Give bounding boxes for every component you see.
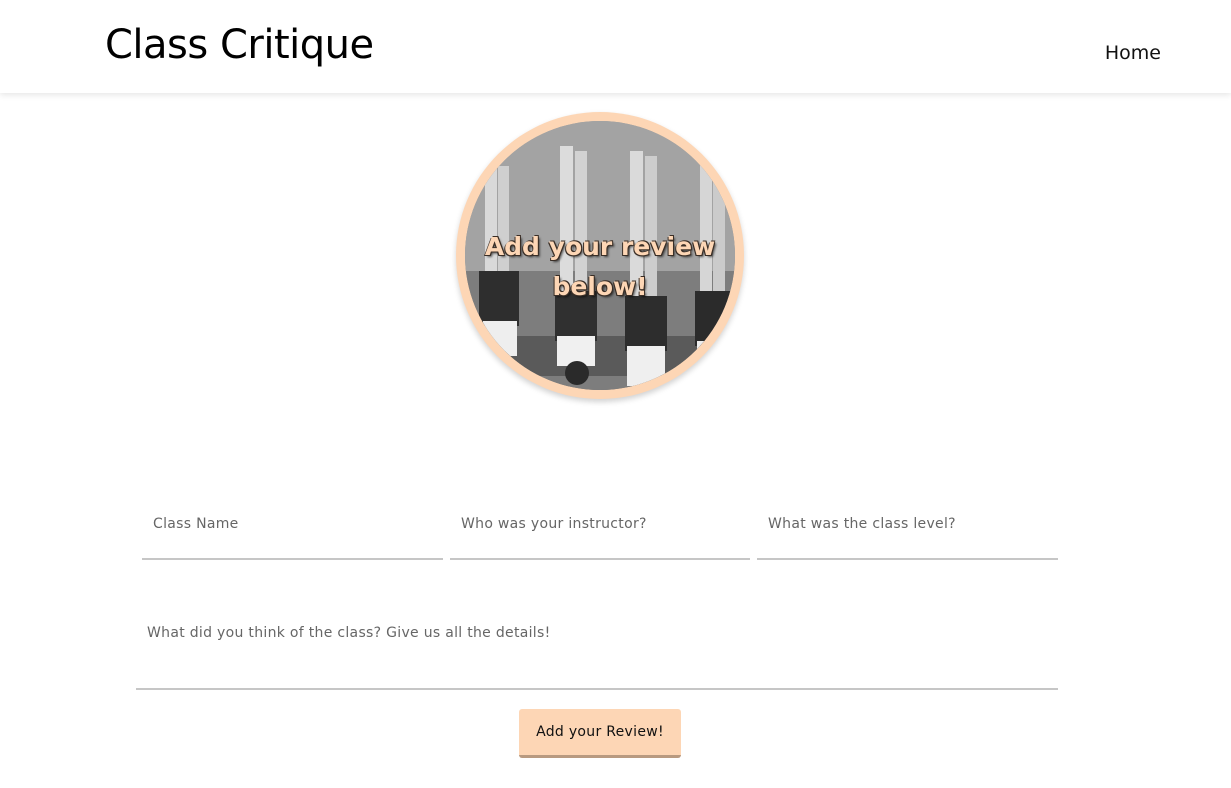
review-details-field [136,610,1058,690]
hero-image: Add your review below! [465,121,735,390]
class-level-field [757,500,1058,560]
hero-heading-line2: below! [552,272,648,301]
instructor-input[interactable] [450,500,750,558]
class-name-input[interactable] [142,500,443,558]
brand-logo[interactable]: Class Critique [105,22,374,68]
add-review-button[interactable]: Add your Review! [519,709,681,758]
nav-link-home[interactable]: Home [1105,42,1161,64]
review-details-textarea[interactable] [136,610,1058,688]
review-inputs-row [142,500,1058,560]
class-name-field [142,500,443,560]
hero-circle: Add your review below! [456,112,744,399]
navbar: Class Critique Home [0,0,1231,93]
hero-heading: Add your review below! [465,227,735,307]
hero-heading-line1: Add your review [484,232,716,261]
class-level-input[interactable] [757,500,1058,558]
instructor-field [450,500,750,560]
